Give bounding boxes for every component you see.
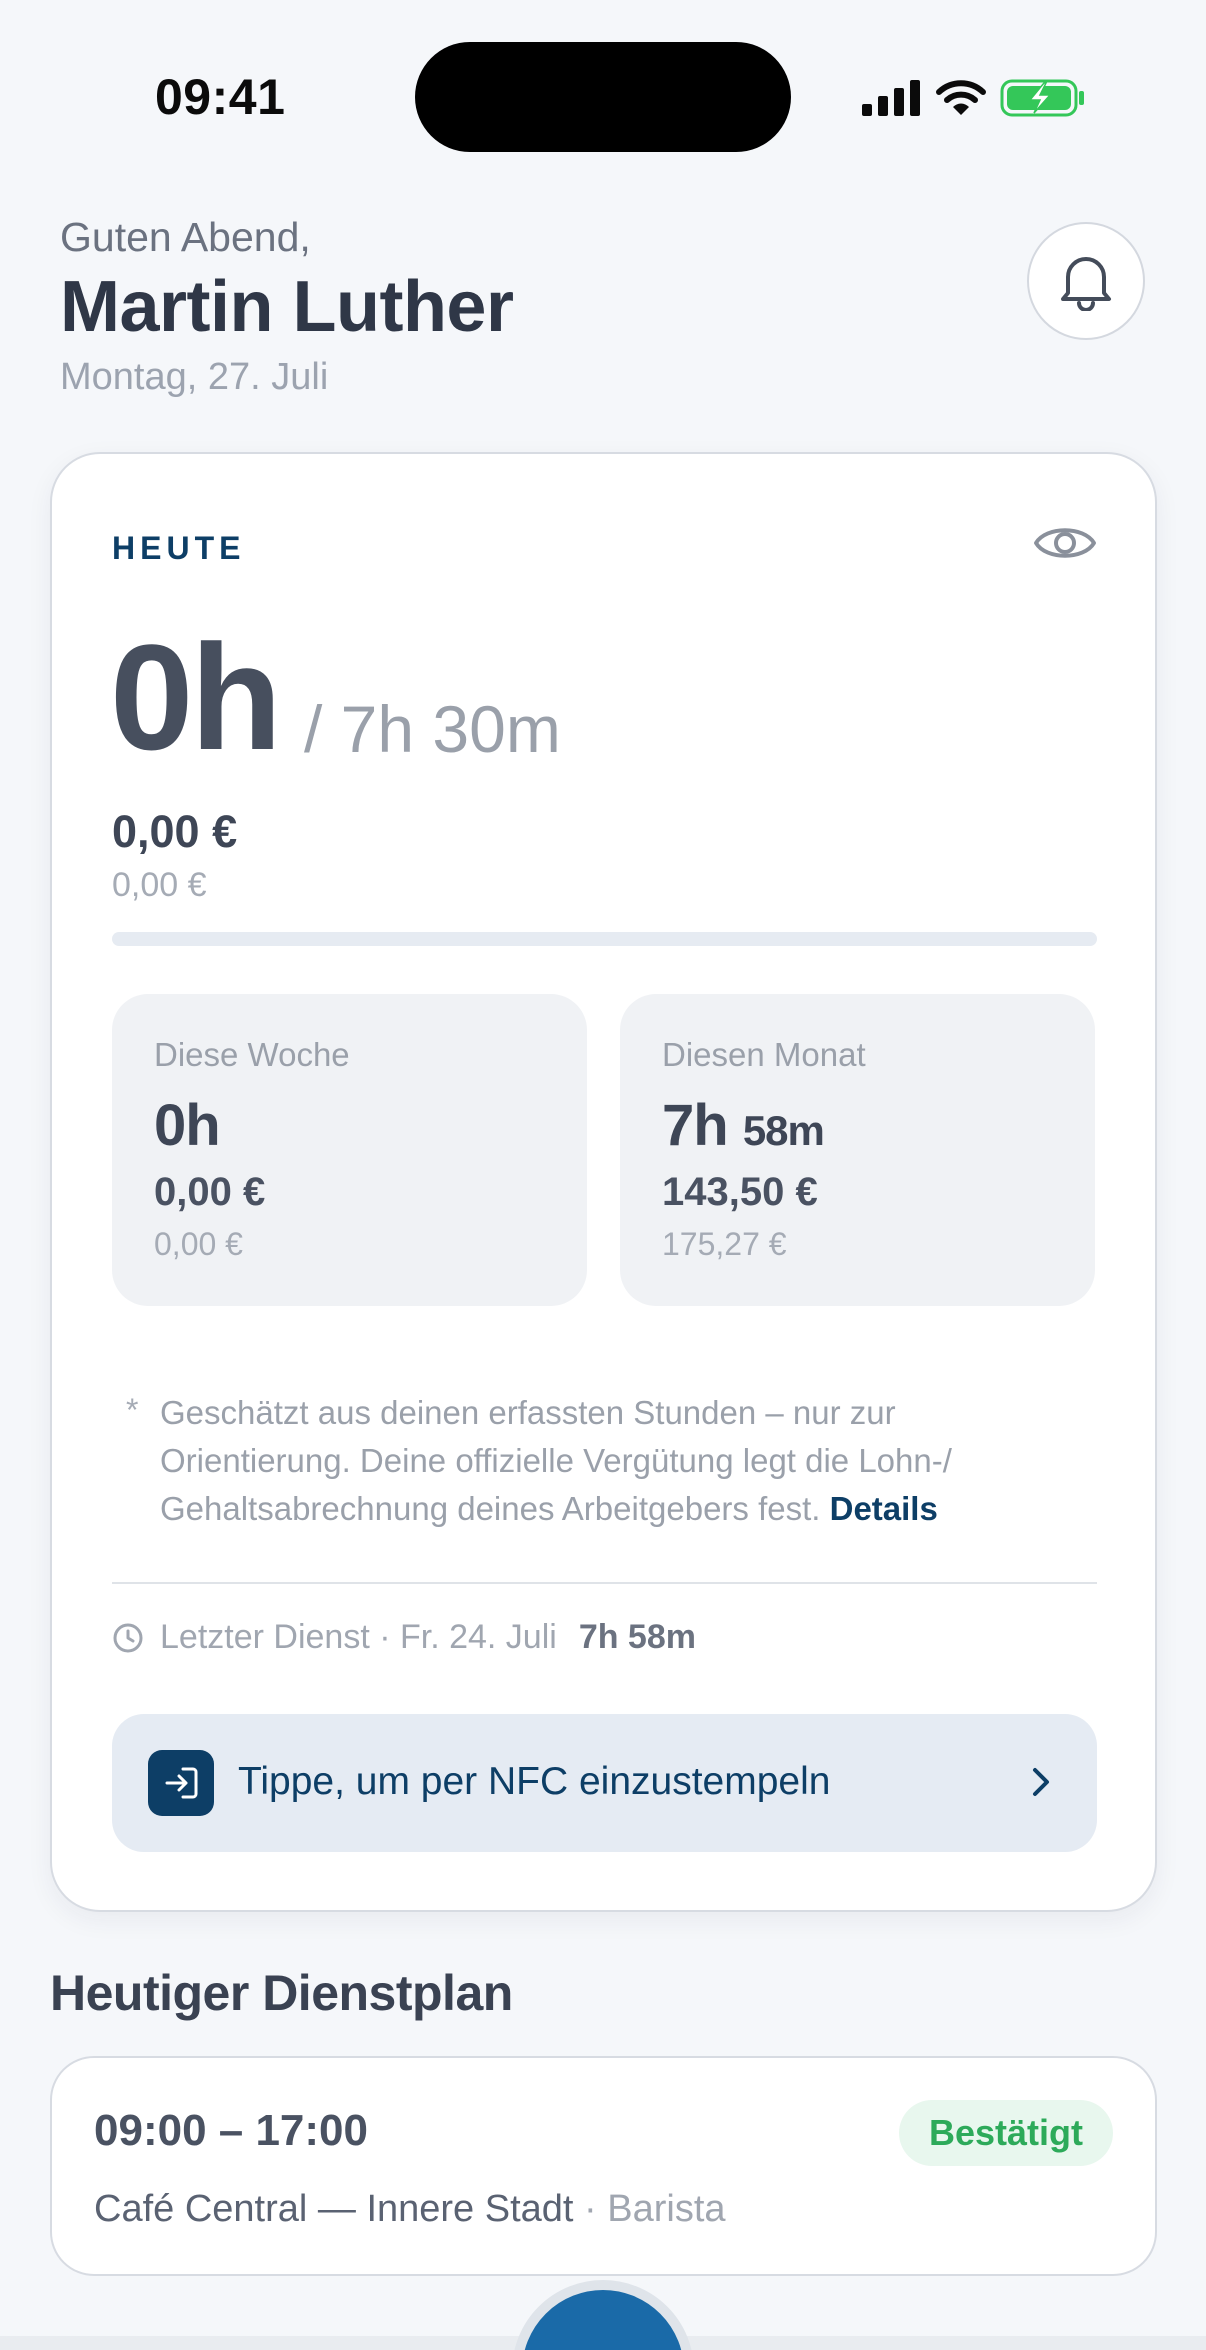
month-hours: 7h xyxy=(662,1093,729,1158)
note-asterisk: * xyxy=(126,1392,139,1428)
chevron-right-icon xyxy=(1033,1768,1049,1796)
last-shift-label: Letzter Dienst · Fr. 24. Juli xyxy=(160,1618,557,1656)
month-title: Diesen Monat xyxy=(662,1036,866,1073)
status-icons xyxy=(862,70,1086,126)
shift-role: · Barista xyxy=(584,2188,726,2230)
status-badge: Bestätigt xyxy=(899,2100,1114,2166)
status-time: 09:41 xyxy=(155,69,286,125)
today-earnings: 0,00 € xyxy=(112,806,238,857)
details-link[interactable]: Details xyxy=(830,1490,938,1527)
toggle-visibility-button[interactable] xyxy=(1032,518,1098,568)
shift-card[interactable]: 09:00 – 17:00 Bestätigt Café Central — I… xyxy=(50,2056,1157,2276)
estimate-note: Geschätzt aus deinen erfassten Stunden –… xyxy=(160,1389,1080,1533)
week-earnings-secondary: 0,00 € xyxy=(154,1226,243,1262)
month-hours-group: 7h 58m xyxy=(662,1092,825,1159)
wifi-icon xyxy=(936,80,986,115)
month-earnings: 143,50 € xyxy=(662,1170,818,1214)
nfc-clock-in-button[interactable]: Tippe, um per NFC einzustempeln xyxy=(112,1714,1097,1852)
week-stats-card[interactable]: Diese Woche 0h 0,00 € 0,00 € xyxy=(112,994,587,1306)
month-earnings-secondary: 175,27 € xyxy=(662,1226,787,1262)
shift-location: Café Central — Innere Stadt xyxy=(94,2188,574,2230)
month-stats-card[interactable]: Diesen Monat 7h 58m 143,50 € 175,27 € xyxy=(620,994,1095,1306)
cellular-signal-icon xyxy=(862,80,920,116)
today-label: HEUTE xyxy=(112,530,246,566)
dynamic-island xyxy=(415,42,791,152)
user-name: Martin Luther xyxy=(60,267,514,347)
login-arrow-icon xyxy=(148,1750,214,1816)
shift-location-line: Café Central — Innere Stadt · Barista xyxy=(94,2188,726,2231)
notifications-button[interactable] xyxy=(1027,222,1145,340)
week-earnings: 0,00 € xyxy=(154,1170,266,1214)
shift-time: 09:00 – 17:00 xyxy=(94,2106,368,2155)
battery-charging-icon xyxy=(1000,79,1084,117)
current-date: Montag, 27. Juli xyxy=(60,356,329,398)
divider xyxy=(112,1582,1097,1584)
last-shift-row: Letzter Dienst · Fr. 24. Juli 7h 58m xyxy=(112,1618,696,1657)
bell-icon xyxy=(1061,257,1111,311)
eye-icon xyxy=(1034,528,1096,558)
today-earnings-secondary: 0,00 € xyxy=(112,866,207,904)
week-title: Diese Woche xyxy=(154,1036,350,1073)
greeting: Guten Abend, xyxy=(60,214,311,260)
app-screen: 09:41 Guten Abend, Martin Luther Montag,… xyxy=(0,0,1206,2350)
today-summary-card: HEUTE 0h / 7h 30m 0,00 € 0,00 € Diese Wo… xyxy=(50,452,1157,1912)
today-hours: 0h xyxy=(110,613,282,781)
clock-icon xyxy=(113,1623,143,1652)
month-minutes: 58m xyxy=(742,1107,825,1154)
today-progress-bar xyxy=(112,932,1097,946)
today-target-hours: / 7h 30m xyxy=(304,692,561,766)
week-hours: 0h xyxy=(154,1093,221,1158)
nfc-label: Tippe, um per NFC einzustempeln xyxy=(238,1760,831,1803)
schedule-title: Heutiger Dienstplan xyxy=(50,1965,513,2021)
last-shift-duration: 7h 58m xyxy=(578,1618,696,1656)
floating-action-button[interactable] xyxy=(512,2280,694,2350)
